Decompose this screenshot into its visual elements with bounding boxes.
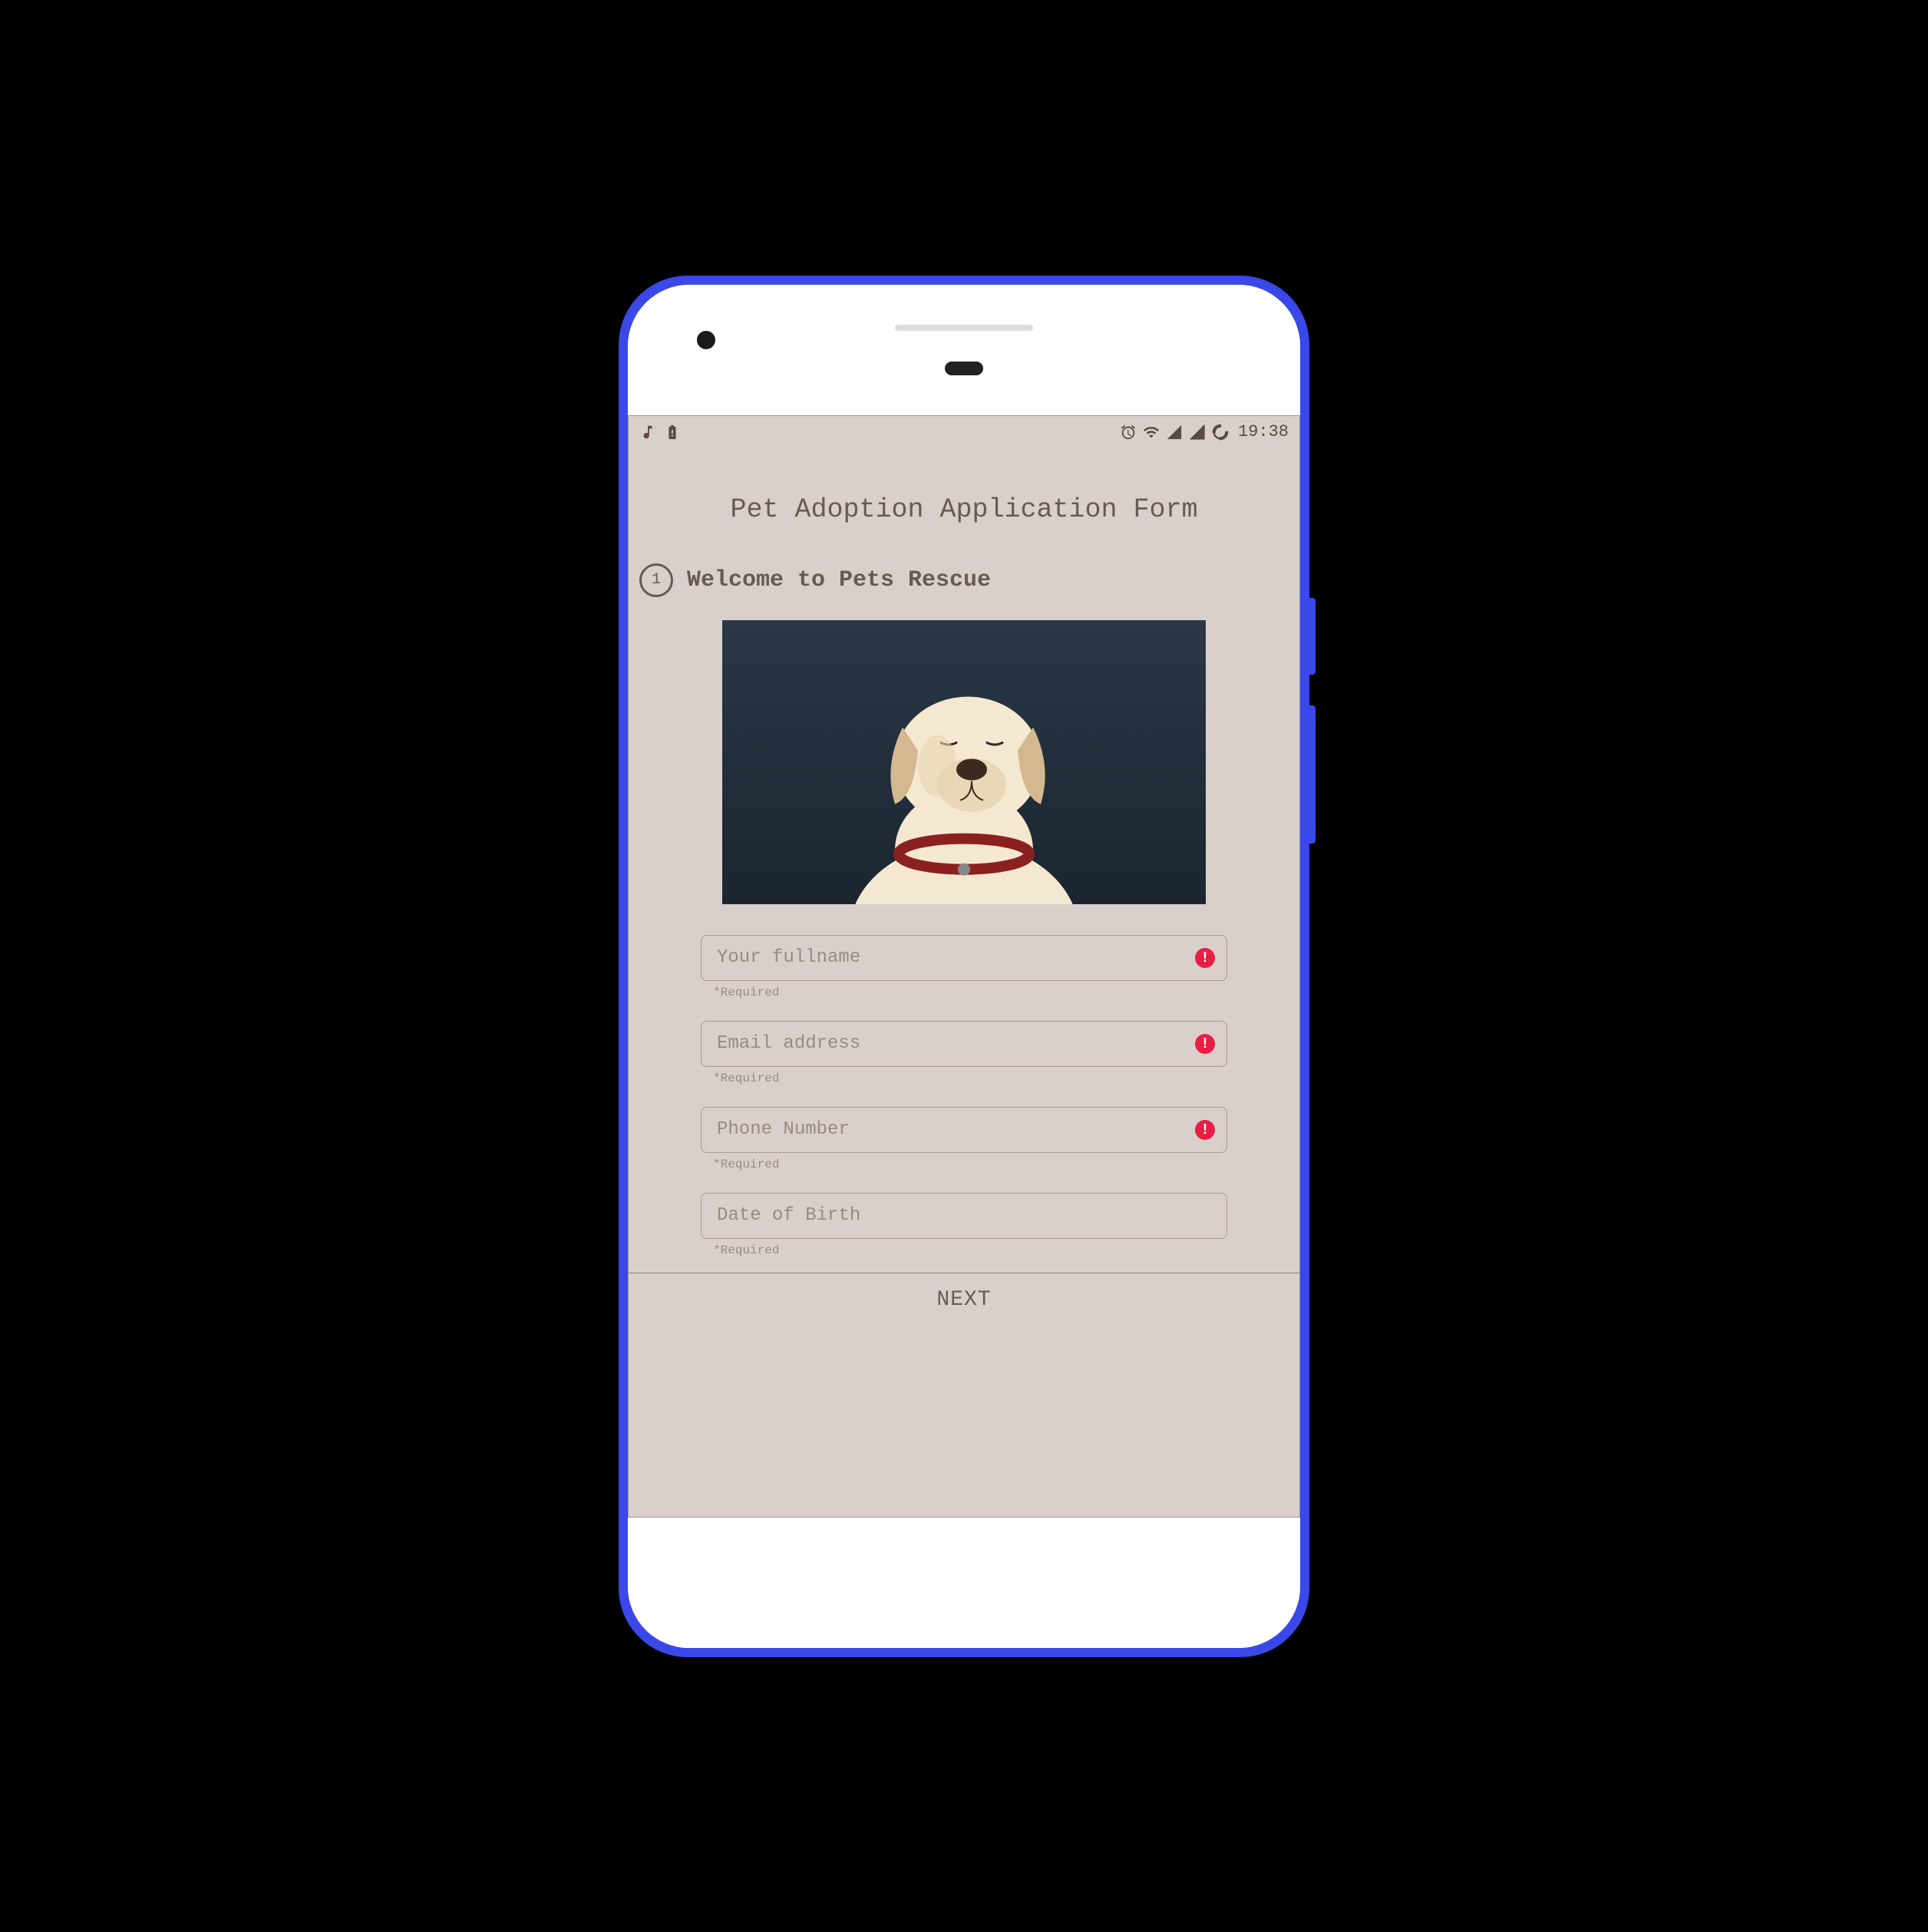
required-hint: *Required [701,1153,1227,1171]
phone-frame: x 19:38 Pet Adoption Application Form 1 … [619,276,1309,1657]
step-number-badge: 1 [639,563,673,597]
phone-input[interactable] [701,1107,1227,1153]
step-header: 1 Welcome to Pets Rescue [629,563,1299,613]
status-bar-left [639,424,681,441]
alarm-icon [1120,424,1137,441]
next-button[interactable]: NEXT [629,1273,1299,1326]
dog-illustration [722,642,1206,903]
dob-input-wrapper [701,1193,1227,1239]
status-time: 19:38 [1238,422,1289,441]
signal-no-data-icon: x [1189,424,1206,441]
camera-dot [697,331,715,349]
speaker-slot-bottom [945,362,983,375]
phone-power-button [1309,598,1316,675]
status-bar-right: x 19:38 [1120,422,1289,441]
dob-field-group: *Required [701,1193,1227,1257]
screen: x 19:38 Pet Adoption Application Form 1 … [628,415,1300,1518]
error-icon: ! [1195,1120,1215,1140]
form-fields: ! *Required ! *Required [629,927,1299,1273]
svg-text:x: x [1201,424,1205,431]
required-hint: *Required [701,1239,1227,1257]
speaker-slot-top [895,325,1033,331]
dog-hero-image [722,620,1206,904]
step-title: Welcome to Pets Rescue [687,567,991,593]
music-icon [639,424,656,441]
error-icon: ! [1195,1034,1215,1054]
signal-icon [1166,424,1183,441]
error-icon: ! [1195,948,1215,968]
phone-top-bezel [628,285,1300,415]
phone-field-group: ! *Required [701,1107,1227,1171]
required-hint: *Required [701,1067,1227,1085]
status-bar: x 19:38 [629,416,1299,448]
email-input-wrapper: ! [701,1021,1227,1067]
fullname-input-wrapper: ! [701,935,1227,981]
page-title: Pet Adoption Application Form [629,448,1299,563]
email-field-group: ! *Required [701,1021,1227,1085]
loading-spinner-icon [1212,424,1229,441]
fullname-input[interactable] [701,935,1227,981]
battery-icon [664,424,681,441]
app-content: Pet Adoption Application Form 1 Welcome … [629,448,1299,1517]
phone-inner: x 19:38 Pet Adoption Application Form 1 … [628,285,1300,1648]
email-input[interactable] [701,1021,1227,1067]
phone-volume-button [1309,705,1316,844]
phone-bottom-bezel [628,1518,1300,1648]
required-hint: *Required [701,981,1227,999]
dob-input[interactable] [701,1193,1227,1239]
fullname-field-group: ! *Required [701,935,1227,999]
wifi-icon [1143,424,1160,441]
phone-input-wrapper: ! [701,1107,1227,1153]
